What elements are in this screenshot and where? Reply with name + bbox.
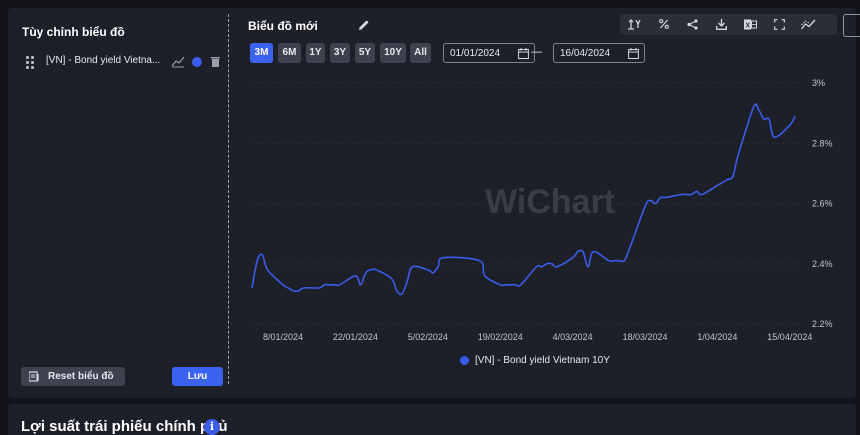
section-title: Lợi suất trái phiếu chính phủ bbox=[21, 418, 228, 435]
line-chart: WiChart 3% 2.8% 2.6% 2.4% 2.2% 8/01/2024 22/01/… bbox=[251, 78, 833, 342]
y-tick-label: 2.2% bbox=[812, 319, 833, 329]
x-tick-label: 4/03/2024 bbox=[553, 332, 593, 342]
x-tick-label: 8/01/2024 bbox=[263, 332, 303, 342]
info-icon[interactable]: i bbox=[204, 419, 220, 435]
watermark: WiChart bbox=[485, 183, 615, 221]
legend-label: [VN] - Bond yield Vietnam 10Y bbox=[475, 355, 610, 366]
legend-swatch bbox=[460, 356, 469, 365]
x-tick-label: 22/01/2024 bbox=[333, 332, 378, 342]
y-tick-label: 2.4% bbox=[812, 259, 833, 269]
bond-yield-section: Lợi suất trái phiếu chính phủ i bbox=[8, 404, 856, 435]
x-tick-label: 5/02/2024 bbox=[408, 332, 448, 342]
x-tick-label: 15/04/2024 bbox=[767, 332, 812, 342]
x-tick-label: 1/04/2024 bbox=[697, 332, 737, 342]
y-tick-label: 2.8% bbox=[812, 138, 833, 148]
x-tick-label: 19/02/2024 bbox=[478, 332, 523, 342]
y-tick-label: 2.6% bbox=[812, 199, 833, 209]
y-tick-label: 3% bbox=[812, 78, 825, 88]
x-tick-label: 18/03/2024 bbox=[623, 332, 668, 342]
